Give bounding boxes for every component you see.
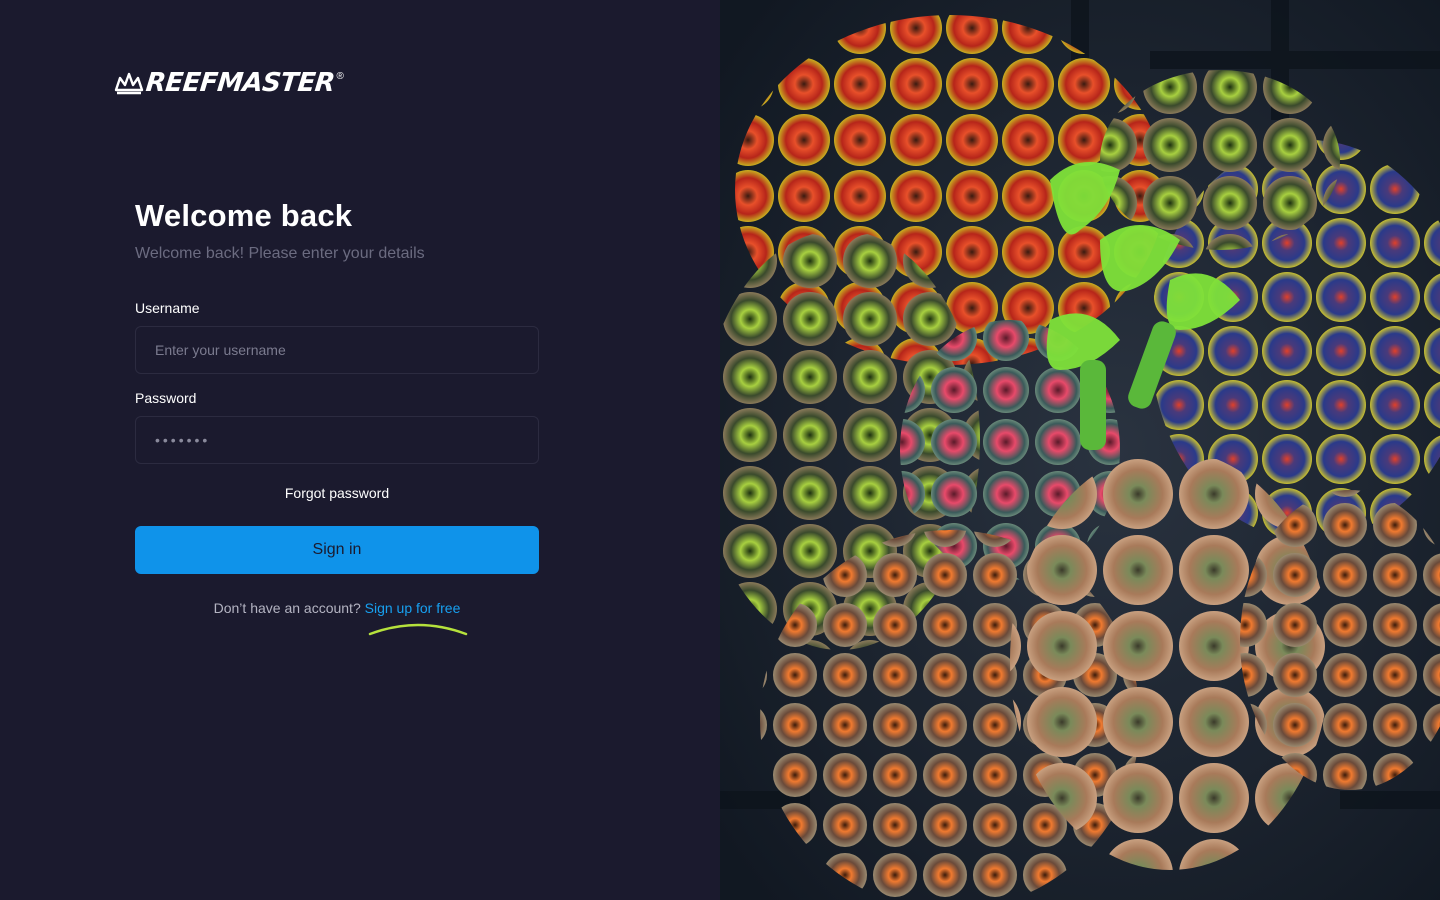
coral-reef-photo [720, 0, 1440, 900]
username-input[interactable] [135, 326, 539, 374]
password-mask: ••••••• [155, 432, 211, 448]
password-label: Password [135, 390, 197, 406]
registered-mark: ® [336, 70, 344, 82]
password-input[interactable]: ••••••• [135, 416, 539, 464]
brand-logo[interactable]: REEFMASTER ® [114, 66, 344, 100]
underline-swoosh [368, 623, 468, 636]
hero-image-panel [720, 0, 1440, 900]
sign-in-button[interactable]: Sign in [135, 526, 539, 574]
signup-row: Don’t have an account? Sign up for free [135, 600, 539, 616]
username-label: Username [135, 300, 200, 316]
login-panel: REEFMASTER ® Welcome back Welcome back! … [0, 0, 720, 900]
signup-link[interactable]: Sign up for free [365, 600, 461, 616]
page-subtitle: Welcome back! Please enter your details [135, 245, 425, 262]
forgot-password-link[interactable]: Forgot password [135, 485, 539, 501]
signup-prompt: Don’t have an account? [213, 600, 361, 616]
reef-crown-icon [114, 72, 144, 95]
brand-name: REEFMASTER [144, 68, 337, 98]
page-title: Welcome back [135, 198, 353, 233]
